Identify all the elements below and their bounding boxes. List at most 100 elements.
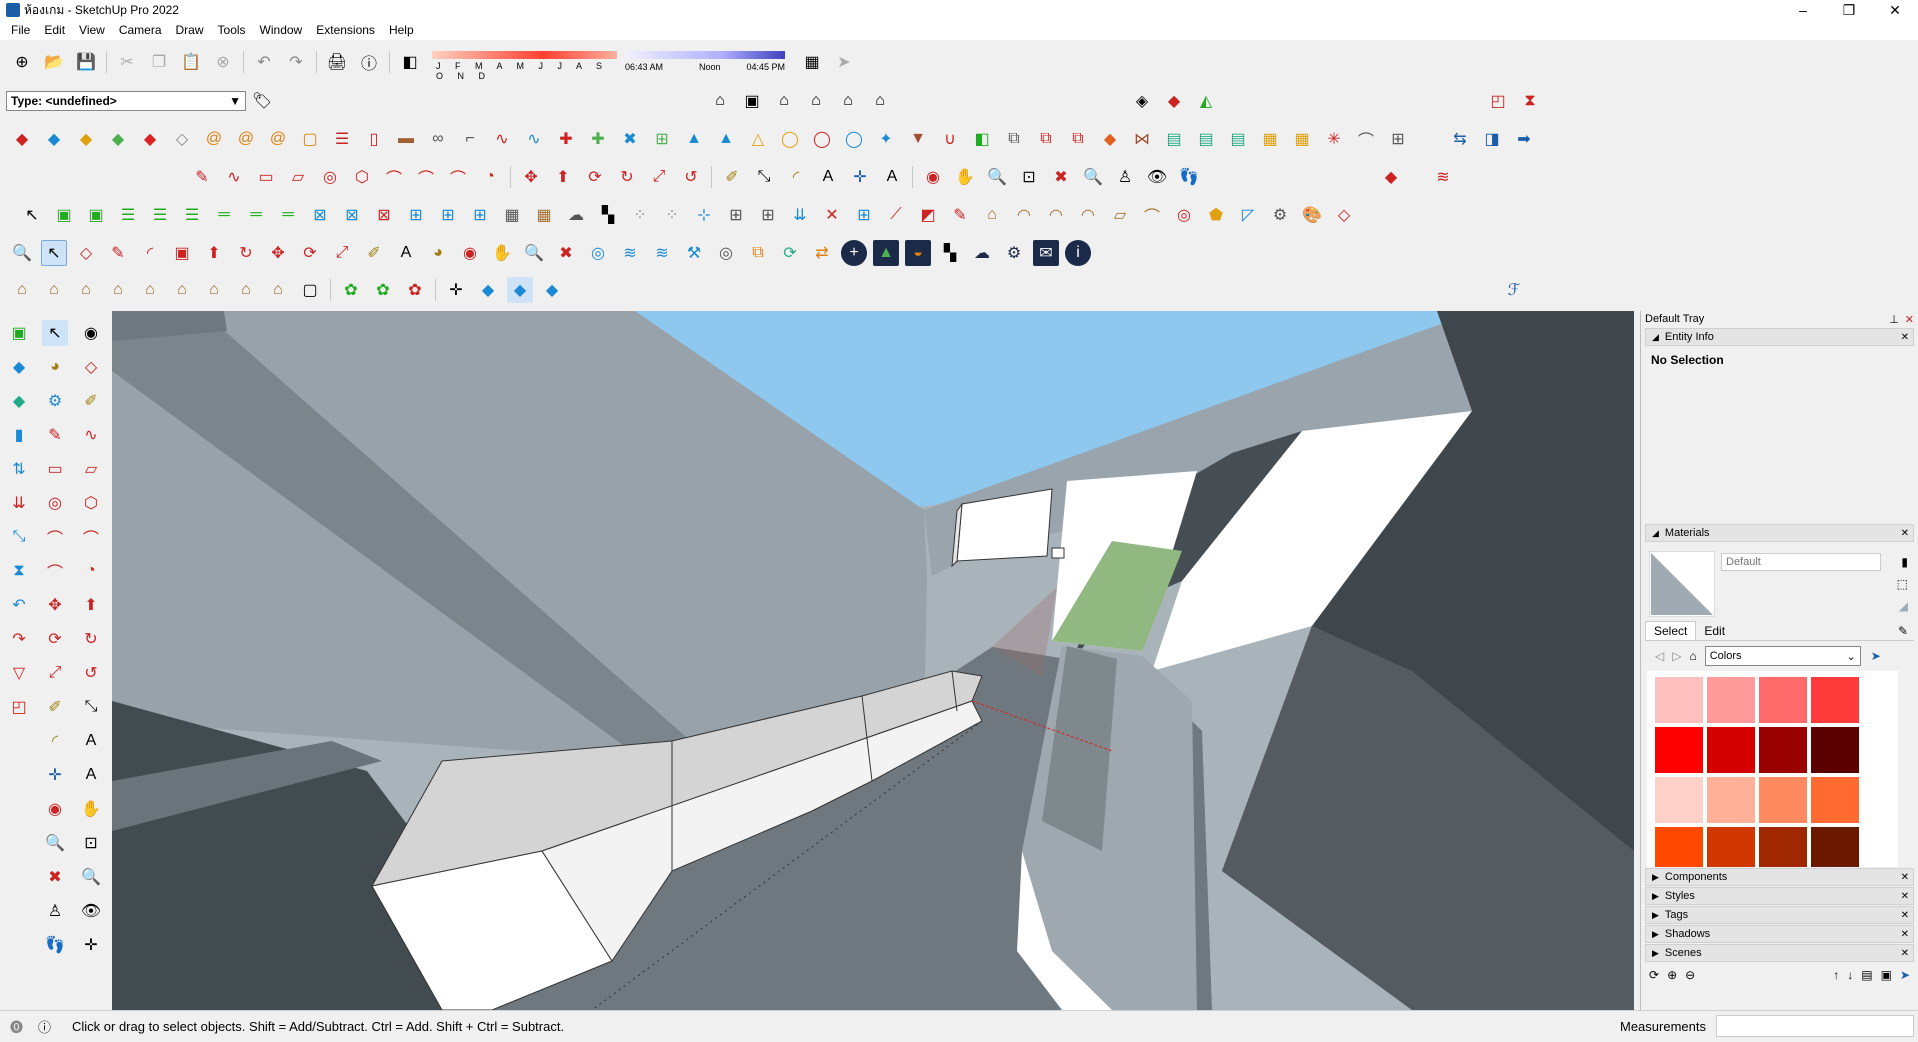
eraser-icon[interactable]: ◇	[78, 354, 104, 380]
function-icon[interactable]: ℱ	[1501, 277, 1527, 303]
close-icon[interactable]: ✕	[1905, 313, 1914, 326]
warehouse-icon[interactable]: ▦	[799, 49, 825, 75]
delete-line-icon[interactable]: ✕	[819, 202, 845, 228]
orbit-icon[interactable]: ◉	[42, 796, 68, 822]
arc-icon[interactable]: ⌒	[78, 524, 104, 550]
line-icon[interactable]: ═	[275, 202, 301, 228]
tab-edit[interactable]: Edit	[1696, 622, 1733, 640]
materials-header[interactable]: ◢ Materials ✕	[1645, 524, 1914, 542]
text-icon[interactable]: A	[393, 240, 419, 266]
undo-icon[interactable]: ↶	[6, 592, 32, 618]
back-view-icon[interactable]: ⌂	[835, 88, 861, 114]
arc-icon[interactable]: ⌒	[413, 164, 439, 190]
panel-icon[interactable]: ▤	[1193, 126, 1219, 152]
checker-icon[interactable]: ▚	[937, 240, 963, 266]
move-axis-icon[interactable]: ✛	[443, 277, 469, 303]
loop-icon[interactable]: ◯	[777, 126, 803, 152]
rotated-rectangle-icon[interactable]: ▱	[78, 456, 104, 482]
push-pull-icon[interactable]: ⬆	[201, 240, 227, 266]
tab-select[interactable]: Select	[1645, 621, 1697, 640]
plant-icon[interactable]: ✿	[338, 277, 364, 303]
move-icon[interactable]: ✥	[42, 592, 68, 618]
layers-icon[interactable]: ≋	[649, 240, 675, 266]
zoom-extents-icon[interactable]: ✖	[1048, 164, 1074, 190]
close-button[interactable]: ✕	[1872, 0, 1918, 20]
group-icon[interactable]: ▣	[83, 202, 109, 228]
list-icon[interactable]: ☰	[115, 202, 141, 228]
print-icon[interactable]: 🖨	[324, 49, 350, 75]
arrows-icon[interactable]: ⇅	[6, 456, 32, 482]
previous-view-icon[interactable]: 🔍	[1080, 164, 1106, 190]
pie-icon[interactable]: ◔	[477, 164, 503, 190]
cone-icon[interactable]: ▲	[713, 126, 739, 152]
rectangle-icon[interactable]: ▣	[169, 240, 195, 266]
menu-edit[interactable]: Edit	[37, 23, 72, 37]
solid-tools-icon[interactable]: ◆	[1161, 88, 1187, 114]
loop-icon[interactable]: ◯	[809, 126, 835, 152]
details-icon[interactable]: ➤	[1900, 968, 1910, 982]
close-icon[interactable]: ✕	[1901, 910, 1909, 921]
frame-icon[interactable]: ▢	[297, 277, 323, 303]
text-icon[interactable]: A	[815, 164, 841, 190]
door-icon[interactable]: ▯	[361, 126, 387, 152]
layout-icon[interactable]: ◨	[1479, 126, 1505, 152]
panel-icon[interactable]: ▤	[1225, 126, 1251, 152]
knife-icon[interactable]: ⟋	[883, 202, 909, 228]
extension-warehouse-icon[interactable]: ➤	[831, 49, 857, 75]
iso-view-icon[interactable]: ⌂	[707, 88, 733, 114]
table-icon[interactable]: ⊞	[403, 202, 429, 228]
plane-icon[interactable]: ⊠	[307, 202, 333, 228]
eraser-icon[interactable]: ◇	[73, 240, 99, 266]
sunset-icon[interactable]: ◒	[905, 239, 931, 266]
add-scene-icon[interactable]: ⊕	[1667, 968, 1677, 982]
shape-icon[interactable]: ◆	[9, 126, 35, 152]
menu-tools[interactable]: Tools	[211, 23, 253, 37]
pan-icon[interactable]: ✋	[489, 240, 515, 266]
panel-icon[interactable]: ▤	[1161, 126, 1187, 152]
close-icon[interactable]: ✕	[1901, 929, 1909, 940]
circle-icon[interactable]: ◎	[317, 164, 343, 190]
zoom-icon[interactable]: 🔍	[984, 164, 1010, 190]
close-icon[interactable]: ✕	[1901, 891, 1909, 902]
color-swatch[interactable]	[1759, 777, 1807, 823]
protractor-icon[interactable]: ◜	[783, 164, 809, 190]
cut-icon[interactable]: ✂	[114, 49, 140, 75]
array-icon[interactable]: ⊞	[1385, 126, 1411, 152]
sandbox-icon[interactable]: ◈	[1129, 88, 1155, 114]
protractor-icon[interactable]: ◜	[42, 728, 68, 754]
shape-icon[interactable]: ◠	[1075, 202, 1101, 228]
component-icon[interactable]: ▣	[51, 202, 77, 228]
pie-icon[interactable]: ◔	[78, 558, 104, 584]
library-select[interactable]: Colors ⌄	[1704, 646, 1861, 666]
freehand-icon[interactable]: ∿	[78, 422, 104, 448]
close-icon[interactable]: ✕	[1901, 872, 1909, 883]
box-icon[interactable]: ◆	[475, 277, 501, 303]
scatter-icon[interactable]: ⁘	[627, 202, 653, 228]
classifier-icon[interactable]: 🏷	[249, 88, 275, 114]
shape-icon[interactable]: ◆	[41, 126, 67, 152]
forward-icon[interactable]: ▷	[1672, 649, 1681, 663]
color-swatch[interactable]	[1811, 827, 1859, 867]
shape-icon[interactable]: ⬟	[1203, 202, 1229, 228]
plane-icon[interactable]: ⊠	[339, 202, 365, 228]
panel-shadows[interactable]: ▶ Shadows ✕	[1645, 925, 1914, 943]
material-name-field[interactable]	[1721, 553, 1881, 571]
look-around-icon[interactable]: 👁	[1144, 164, 1170, 190]
flip-icon[interactable]: ⇆	[1447, 126, 1473, 152]
roof-icon[interactable]: ⌂	[41, 277, 67, 303]
section-plane-icon[interactable]: ◆	[1378, 164, 1404, 190]
scene-down-icon[interactable]: ↓	[1847, 968, 1853, 982]
orbit-icon[interactable]: ◉	[457, 240, 483, 266]
tag-icon[interactable]: ◰	[6, 694, 32, 720]
add-icon[interactable]: +	[841, 239, 867, 266]
spiral-icon[interactable]: @	[265, 126, 291, 152]
settings-gear-icon[interactable]: ⚙	[1001, 240, 1027, 266]
rotate-back-icon[interactable]: ↷	[6, 626, 32, 652]
box-icon[interactable]: ◆	[6, 388, 32, 414]
component-browser-icon[interactable]: ⚙	[42, 388, 68, 414]
plant-icon[interactable]: ✿	[370, 277, 396, 303]
marker-icon[interactable]: ✎	[947, 202, 973, 228]
dimension-icon[interactable]: ⤡	[751, 164, 777, 190]
bezier-icon[interactable]: ⌒	[1353, 126, 1379, 152]
plant-icon[interactable]: ✿	[402, 277, 428, 303]
